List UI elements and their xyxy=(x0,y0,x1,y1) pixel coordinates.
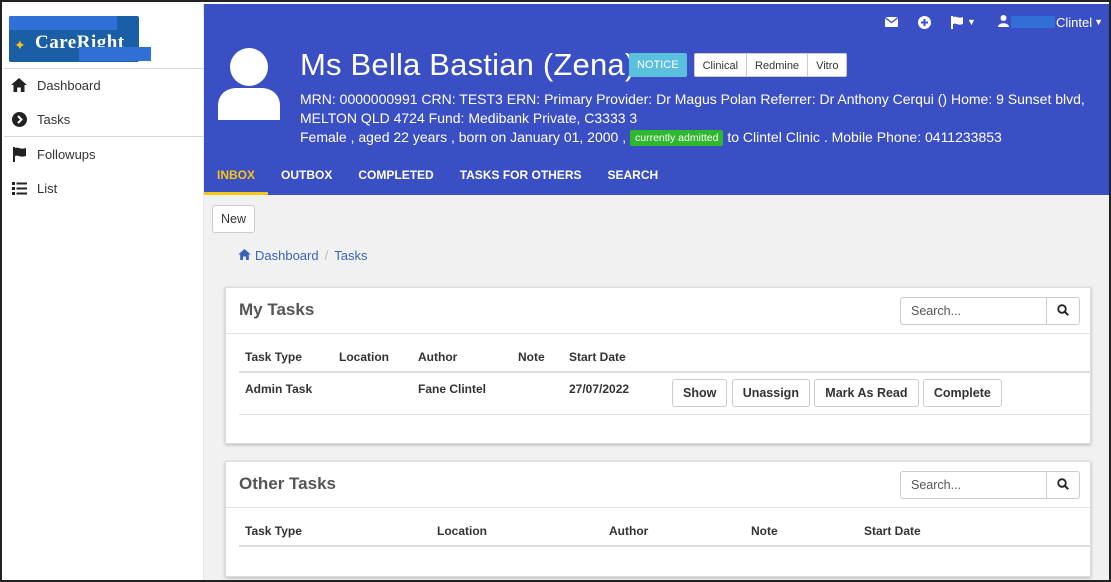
search-icon xyxy=(1057,477,1069,493)
logo-star-icon: ✦ xyxy=(14,37,26,53)
tab-outbox[interactable]: OUTBOX xyxy=(268,167,345,195)
table-header-row: Task Type Location Author Note Start Dat… xyxy=(239,520,1092,546)
top-toolbar: ▼ Clintel ▼ xyxy=(865,12,1103,32)
patient-avatar-icon xyxy=(217,48,281,120)
column-header-actions xyxy=(672,346,1092,372)
column-header-start-date: Start Date xyxy=(864,524,921,538)
cell-author: Fane Clintel xyxy=(418,382,487,396)
logo-redaction xyxy=(79,47,151,61)
column-header-location: Location xyxy=(437,524,487,538)
sidebar-item-label: List xyxy=(37,180,58,196)
sidebar-item-label: Followups xyxy=(37,146,96,162)
cell-location xyxy=(339,372,418,414)
column-header-author: Author xyxy=(418,350,458,364)
my-tasks-title: My Tasks xyxy=(239,300,315,319)
cell-start-date: 27/07/2022 xyxy=(569,382,630,396)
other-tasks-title: Other Tasks xyxy=(239,474,337,493)
patient-info-line-1: MRN: 0000000991 CRN: TEST3 ERN: Primary … xyxy=(300,91,1085,107)
column-header-note: Note xyxy=(751,524,778,538)
column-header-author: Author xyxy=(609,524,649,538)
patient-header: ▼ Clintel ▼ Ms Bella Bastian (Zena) NOTI… xyxy=(204,4,1109,195)
main-content: New Dashboard / Tasks My Tasks Search...… xyxy=(204,195,1109,580)
show-button[interactable]: Show xyxy=(672,379,728,407)
cell-note xyxy=(518,372,569,414)
sidebar: ✦ CareRight Dashboard Tasks Followups Li… xyxy=(4,4,204,580)
my-tasks-search xyxy=(900,297,1080,325)
sidebar-item-tasks[interactable]: Tasks xyxy=(4,104,204,134)
new-task-button[interactable]: New xyxy=(212,205,255,233)
my-tasks-panel: My Tasks Task Type Location Author xyxy=(225,287,1092,444)
user-name-redaction xyxy=(1010,16,1055,28)
breadcrumb-tasks-link[interactable]: Tasks xyxy=(334,248,367,263)
tab-completed[interactable]: COMPLETED xyxy=(345,167,446,195)
integration-button-group: Clinical Redmine Vitro xyxy=(693,53,848,77)
flag-dropdown-icon[interactable]: ▼ xyxy=(951,15,976,29)
table-header-row: Task Type Location Author Note Start Dat… xyxy=(239,346,1092,372)
my-tasks-search-input[interactable] xyxy=(900,297,1046,325)
search-icon xyxy=(1057,303,1069,319)
sidebar-item-dashboard[interactable]: Dashboard xyxy=(4,70,204,100)
unassign-button[interactable]: Unassign xyxy=(731,379,810,407)
flag-icon xyxy=(10,146,28,162)
other-tasks-panel: Other Tasks Task Type Location Author xyxy=(225,461,1092,577)
patient-name: Ms Bella Bastian (Zena) xyxy=(300,47,636,82)
column-header-start-date: Start Date xyxy=(569,350,626,364)
notice-badge[interactable]: NOTICE xyxy=(629,53,687,77)
chevron-down-icon: ▼ xyxy=(967,17,976,27)
home-icon xyxy=(10,78,28,92)
my-tasks-panel-header: My Tasks xyxy=(226,288,1090,334)
my-tasks-search-button[interactable] xyxy=(1046,297,1080,325)
user-icon xyxy=(997,14,1009,30)
other-tasks-panel-header: Other Tasks xyxy=(226,462,1090,508)
other-tasks-search xyxy=(900,471,1080,499)
admitted-badge: currently admitted xyxy=(630,130,724,146)
sidebar-item-followups[interactable]: Followups xyxy=(4,139,204,169)
chevron-down-icon: ▼ xyxy=(1094,17,1103,27)
sidebar-divider xyxy=(4,68,204,69)
tab-inbox[interactable]: INBOX xyxy=(204,167,269,195)
envelope-icon[interactable] xyxy=(885,17,899,27)
patient-badges: NOTICE Clinical Redmine Vitro xyxy=(629,53,848,77)
column-header-location: Location xyxy=(339,350,389,364)
mark-as-read-button[interactable]: Mark As Read xyxy=(814,379,919,407)
complete-button[interactable]: Complete xyxy=(922,379,1002,407)
plus-circle-icon[interactable] xyxy=(918,15,932,29)
sidebar-item-list[interactable]: List xyxy=(4,173,204,203)
sidebar-divider xyxy=(4,136,204,137)
redmine-button[interactable]: Redmine xyxy=(746,53,809,77)
other-tasks-search-input[interactable] xyxy=(900,471,1046,499)
patient-clinic-phone: to Clintel Clinic . Mobile Phone: 041123… xyxy=(727,129,1002,145)
patient-info-line-2: MELTON QLD 4724 Fund: Medibank Private, … xyxy=(300,110,638,126)
sidebar-item-label: Dashboard xyxy=(37,77,101,93)
user-name: Clintel xyxy=(1055,14,1093,30)
sidebar-item-label: Tasks xyxy=(37,111,71,127)
column-header-task-type: Task Type xyxy=(245,524,302,538)
task-tabs: INBOX OUTBOX COMPLETED TASKS FOR OTHERS … xyxy=(204,167,671,195)
user-menu[interactable]: Clintel ▼ xyxy=(997,14,1103,30)
tab-search[interactable]: SEARCH xyxy=(594,167,671,195)
cell-task-type: Admin Task xyxy=(245,382,313,396)
other-tasks-search-button[interactable] xyxy=(1046,471,1080,499)
breadcrumb-separator: / xyxy=(324,248,329,263)
breadcrumb-dashboard-link[interactable]: Dashboard xyxy=(255,248,319,263)
column-header-note: Note xyxy=(518,350,545,364)
logo-redaction xyxy=(9,16,117,30)
clinical-button[interactable]: Clinical xyxy=(693,53,748,77)
tab-tasks-for-others[interactable]: TASKS FOR OTHERS xyxy=(447,167,595,195)
patient-demographics: Female , aged 22 years , born on January… xyxy=(300,129,627,145)
app-frame: ✦ CareRight Dashboard Tasks Followups Li… xyxy=(0,0,1111,582)
chevron-circle-right-icon xyxy=(10,111,28,127)
my-tasks-table: Task Type Location Author Note Start Dat… xyxy=(239,346,1092,415)
other-tasks-table: Task Type Location Author Note Start Dat… xyxy=(239,520,1092,547)
breadcrumb: Dashboard / Tasks xyxy=(238,248,367,263)
list-icon xyxy=(10,181,28,195)
cell-actions: Show Unassign Mark As Read Complete xyxy=(672,372,1092,414)
column-header-task-type: Task Type xyxy=(245,350,302,364)
home-icon[interactable] xyxy=(238,248,251,263)
patient-info-line-3: Female , aged 22 years , born on January… xyxy=(300,129,1002,146)
table-row: Admin Task Fane Clintel 27/07/2022 Show … xyxy=(239,372,1092,414)
vitro-button[interactable]: Vitro xyxy=(807,53,848,77)
